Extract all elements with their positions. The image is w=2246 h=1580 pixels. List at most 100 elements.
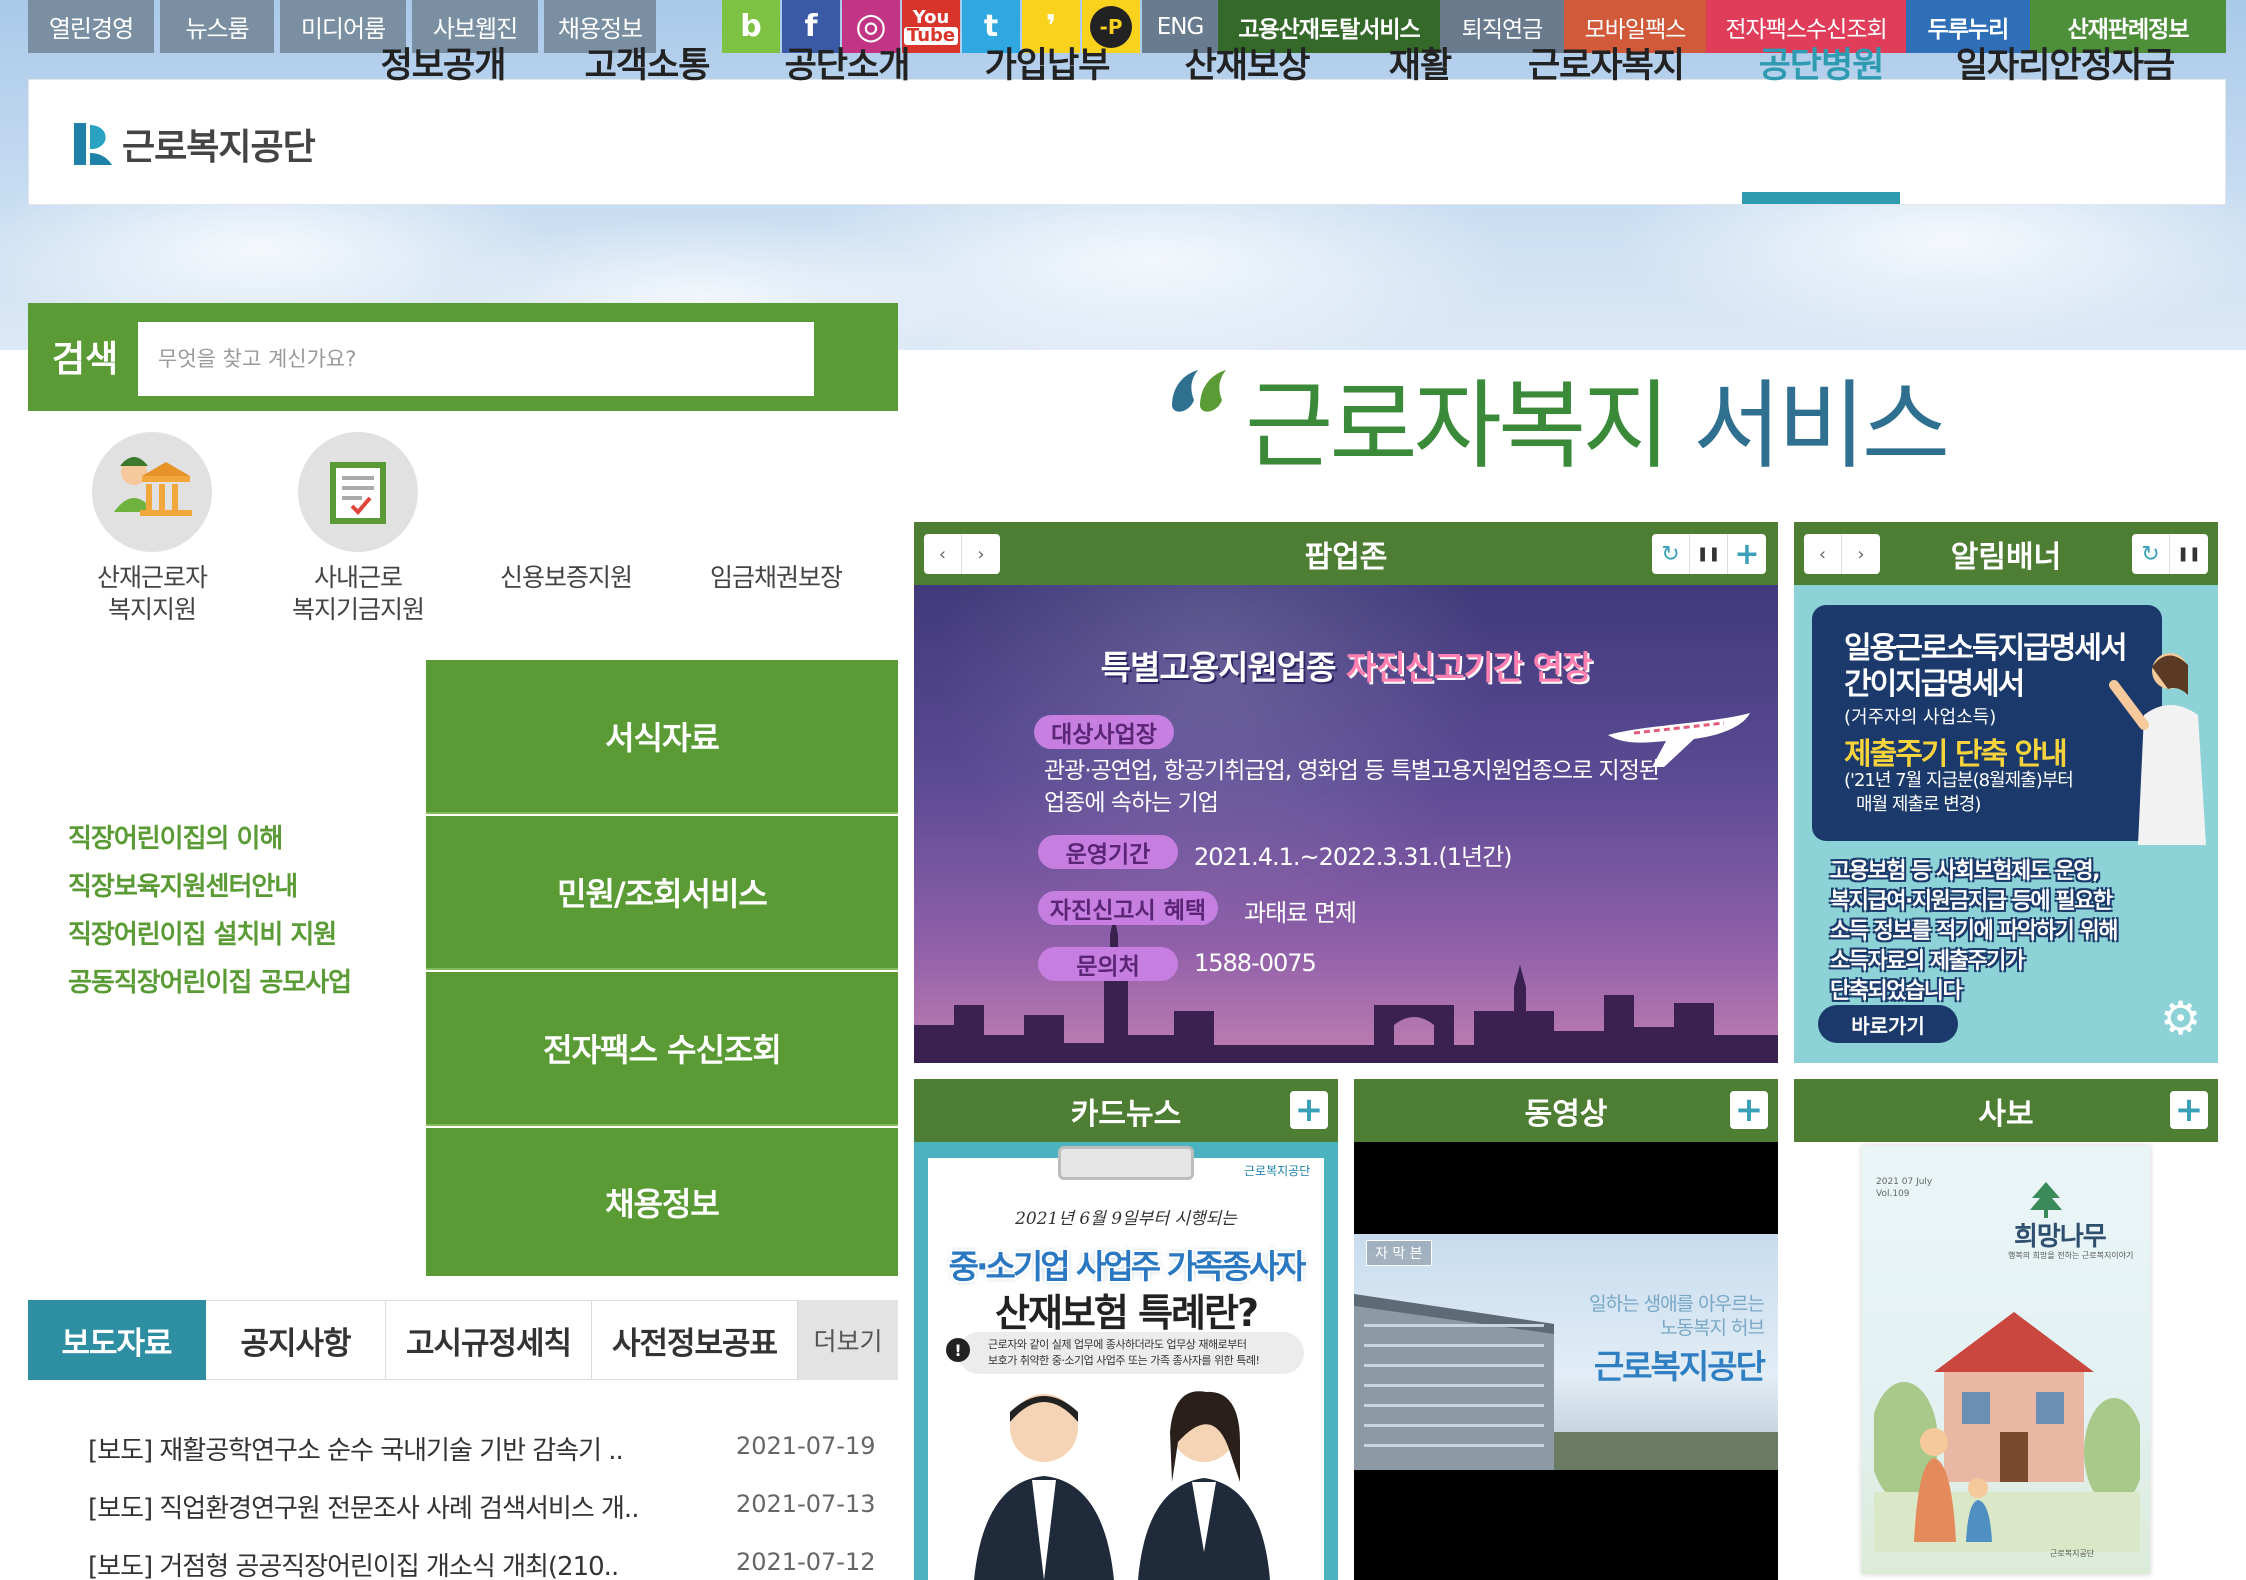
tab-regulation[interactable]: 고시규정세칙	[386, 1300, 592, 1380]
util-link-newsroom[interactable]: 뉴스룸	[160, 0, 274, 53]
worker-welfare-icon	[114, 457, 192, 516]
video-caption-tag: 자 막 본	[1366, 1240, 1432, 1266]
alarm-line2: 간이지급명세서	[1844, 667, 2025, 702]
menu-efax-inquiry[interactable]: 전자팩스 수신조회	[426, 972, 898, 1126]
business-people-icon	[974, 1391, 1270, 1580]
quick-label-worker-line2: 복지지원	[107, 595, 197, 624]
news-row-3-date: 2021-07-12	[736, 1548, 876, 1576]
gnb-job-fund[interactable]: 일자리안정자금	[1950, 0, 2180, 124]
link-daycare-center[interactable]: 직장보육지원센터안내	[68, 866, 298, 903]
news-row-3-title[interactable]: [보도] 거점형 공공직장어린이집 개소식 개최(210..	[88, 1546, 619, 1580]
tab-press[interactable]: 보도자료	[28, 1300, 206, 1380]
quick-circle-worker[interactable]	[92, 432, 212, 552]
alarm-body-block: 고용보험 등 사회보험제도 운영, 복지급여·지원금지급 등에 필요한 소득 정…	[1830, 857, 2119, 1007]
gnb-customer[interactable]: 고객소통	[576, 0, 718, 124]
alarm-line4: 제출주기 단축 안내	[1844, 737, 2068, 772]
tab-pre-info[interactable]: 사전정보공표	[592, 1300, 798, 1380]
popup-banner[interactable]: 특별고용지원업종 자진신고기간 연장 대상사업장 관광·공연업, 항공기취급업,…	[914, 585, 1778, 1063]
menu-recruit[interactable]: 채용정보	[426, 1128, 898, 1276]
service-title: 근로자복지 서비스	[1245, 348, 1950, 487]
alarm-banner-title: 알림배너	[1950, 539, 2062, 575]
gnb-hospital[interactable]: 공단병원	[1742, 0, 1900, 124]
popup-text-period: 2021.4.1.~2022.3.31.(1년간)	[1194, 843, 1513, 871]
magazine-plus-icon[interactable]: +	[2170, 1090, 2208, 1130]
util-link-open-management[interactable]: 열린경영	[28, 0, 154, 53]
menu-forms[interactable]: 서식자료	[426, 660, 898, 814]
trees-strip	[1554, 1432, 1778, 1470]
quick-label-fund-line1: 사내근로	[313, 563, 403, 592]
quick-label-credit[interactable]: 신용보증지원	[484, 562, 648, 594]
pause-icon[interactable]: ❚❚	[2170, 534, 2208, 574]
board-more-button[interactable]: 더보기	[798, 1300, 898, 1380]
city-skyline-icon	[914, 915, 1778, 1063]
site-logo[interactable]: 근로복지공단	[68, 118, 316, 170]
alarm-body1: 고용보험 등 사회보험제도 운영,	[1830, 859, 2100, 884]
news-row-2-title[interactable]: [보도] 직업환경연구원 전문조사 사례 검색서비스 개..	[88, 1488, 639, 1525]
alarm-banner[interactable]: 일용근로소득지급명세서 간이지급명세서 (거주자의 사업소득) 제출주기 단축 …	[1794, 585, 2218, 1063]
card-note-line1: 근로자와 같이 실제 업무에 종사하더라도 업무상 재해로부터	[988, 1338, 1247, 1351]
magazine-title: 사보	[1978, 1096, 2034, 1132]
news-row-1-title[interactable]: [보도] 재활공학연구소 순수 국내기술 기반 감속기 ..	[88, 1430, 624, 1467]
quote-leaf-icon	[1172, 370, 1226, 412]
refresh-icon[interactable]: ↻	[2132, 534, 2170, 574]
magazine-cover[interactable]: 2021 07 July Vol.109 희망나무 행복의 희망을 전하는 근로…	[1794, 1142, 2218, 1580]
gnb-welfare[interactable]: 근로자복지	[1516, 0, 1696, 124]
gnb-about[interactable]: 공단소개	[776, 0, 918, 124]
tab-notice[interactable]: 공지사항	[206, 1300, 386, 1380]
card-script: 2021년 6월 9일부터 시행되는	[1015, 1209, 1237, 1229]
menu-civil-service[interactable]: 민원/조회서비스	[426, 816, 898, 970]
link-daycare-intro[interactable]: 직장어린이집의 이해	[68, 818, 283, 855]
service-title-b: 서비스	[1666, 370, 1950, 482]
magazine-foot: 근로복지공단	[2050, 1549, 2095, 1558]
video-slogan: 일하는 생애를 아우르는 노동복지 허브	[1554, 1292, 1765, 1340]
refresh-icon[interactable]: ↻	[1652, 534, 1690, 574]
gnb-active-underline	[1742, 192, 1900, 204]
next-arrow-icon[interactable]: ›	[1842, 534, 1880, 574]
card-news-image[interactable]: 근로복지공단 2021년 6월 9일부터 시행되는 중·소기업 사업주 가족종사…	[914, 1142, 1338, 1580]
alarm-line5: ('21년 7월 지급분(8월제출)부터	[1844, 770, 2074, 791]
news-row-2-date: 2021-07-13	[736, 1490, 876, 1518]
search-input[interactable]	[138, 322, 814, 396]
card-news-plus-icon[interactable]: +	[1290, 1090, 1328, 1130]
link-daycare-joint[interactable]: 공동직장어린이집 공모사업	[68, 962, 352, 999]
magazine-header: 사보	[1794, 1079, 2218, 1142]
blog-icon[interactable]: b	[722, 0, 780, 53]
gear-icon: ⚙	[2160, 991, 2202, 1045]
quick-label-fund[interactable]: 사내근로 복지기금지원	[276, 562, 440, 626]
gnb-compensation[interactable]: 산재보상	[1176, 0, 1318, 124]
magazine-sub: 행복의 희망을 전하는 근로복지이야기	[2008, 1251, 2134, 1260]
clip-icon	[1058, 1146, 1194, 1180]
card-news-header: 카드뉴스	[914, 1079, 1338, 1142]
popup-tag-target: 대상사업장	[1034, 715, 1174, 749]
alarm-body4: 소득자료의 제출주기가	[1830, 949, 2025, 974]
prev-arrow-icon[interactable]: ‹	[1804, 534, 1842, 574]
popup-zone-header: 팝업존	[914, 522, 1778, 585]
video-thumbnail[interactable]: 자 막 본 일하는 생애를 아우르는 노동복지 허브 근로복지공단	[1354, 1142, 1778, 1580]
quick-circle-fund[interactable]	[298, 432, 418, 552]
video-plus-icon[interactable]: +	[1730, 1090, 1768, 1130]
logo-text: 근로복지공단	[122, 127, 316, 168]
logo-icon	[74, 123, 112, 165]
alarm-body2: 복지급여·지원금지급 등에 필요한	[1830, 889, 2113, 914]
popup-nav-controls: ‹ ›	[924, 534, 1000, 574]
next-arrow-icon[interactable]: ›	[962, 534, 1000, 574]
gnb-rehab[interactable]: 재활	[1370, 0, 1470, 124]
popup-zone-title: 팝업존	[1304, 539, 1388, 575]
popup-text-target-a: 관광·공연업, 항공기취급업, 영화업 등 특별고용지원업종으로 지정된	[1044, 758, 1660, 784]
quick-label-wage[interactable]: 임금채권보장	[694, 562, 858, 594]
checklist-icon	[330, 462, 386, 524]
popup-text-contact: 1588-0075	[1194, 949, 1317, 977]
popup-headline-b: 자진신고기간 연장	[1346, 648, 1592, 687]
pause-icon[interactable]: ❚❚	[1690, 534, 1728, 574]
plus-icon[interactable]: +	[1728, 534, 1766, 574]
card-note: 근로자와 같이 실제 업무에 종사하더라도 업무상 재해로부터 보호가 취약한 …	[958, 1332, 1304, 1374]
alarm-go-button[interactable]: 바로가기	[1818, 1005, 1958, 1043]
alarm-line6: 매월 제출로 변경)	[1856, 794, 1981, 815]
quick-label-fund-line2: 복지기금지원	[291, 595, 425, 624]
quick-label-worker[interactable]: 산재근로자 복지지원	[70, 562, 234, 626]
prev-arrow-icon[interactable]: ‹	[924, 534, 962, 574]
gnb-info-open[interactable]: 정보공개	[372, 0, 514, 124]
gnb-join-pay[interactable]: 가입납부	[976, 0, 1118, 124]
popup-tag-period: 운영기간	[1038, 835, 1178, 869]
link-daycare-install[interactable]: 직장어린이집 설치비 지원	[68, 914, 337, 951]
